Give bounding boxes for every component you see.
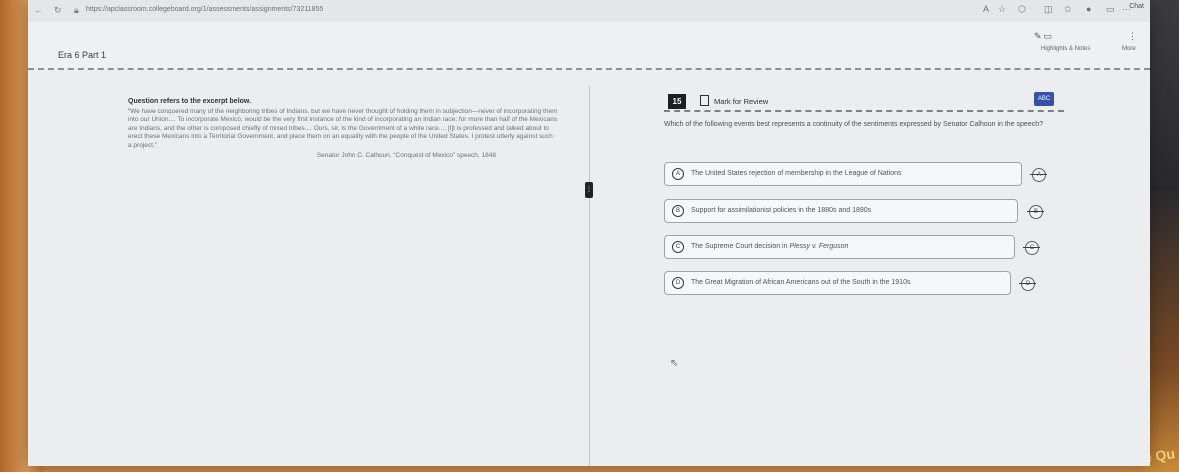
eliminate-b-icon[interactable]: B — [1027, 205, 1044, 219]
highlight-pen-icon[interactable]: ✎▭ — [1034, 31, 1054, 42]
choice-text: The Supreme Court decision in Plessy v. … — [691, 243, 848, 250]
favorite-star-icon[interactable]: ☆ — [998, 4, 1006, 15]
choice-letter: B — [672, 205, 684, 217]
passage-citation: Senator John C. Calhoun, “Conquest of Me… — [316, 152, 496, 160]
section-title: Era 6 Part 1 — [58, 50, 107, 60]
more-button[interactable]: More — [1122, 46, 1136, 52]
favorites-icon[interactable]: ✩ — [1064, 4, 1072, 15]
lock-icon: 🔒︎ — [74, 5, 79, 15]
eliminate-d-icon[interactable]: D — [1019, 277, 1036, 291]
address-bar[interactable]: https://apclassroom.collegeboard.org/1/a… — [86, 6, 323, 13]
answer-choice-b[interactable]: B Support for assimilationist policies i… — [664, 199, 1018, 223]
question-prompt: Which of the following events best repre… — [664, 121, 1043, 128]
answer-choice-c[interactable]: C The Supreme Court decision in Plessy v… — [664, 235, 1015, 259]
question-header-divider — [664, 110, 1064, 112]
eliminate-a-icon[interactable]: A — [1030, 168, 1047, 182]
eliminate-c-icon[interactable]: C — [1023, 241, 1040, 255]
choice-text: The United States rejection of membershi… — [691, 170, 902, 177]
browser-window: ← ↻ 🔒︎ https://apclassroom.collegeboard.… — [28, 0, 1150, 466]
answer-choice-a[interactable]: A The United States rejection of members… — [664, 162, 1022, 186]
answer-choice-d[interactable]: D The Great Migration of African America… — [664, 271, 1011, 295]
choice-text-lead: The Supreme Court decision in — [691, 243, 790, 250]
browser-toolbar: ← ↻ 🔒︎ https://apclassroom.collegeboard.… — [28, 0, 1150, 23]
passage-intro: Question refers to the excerpt below. — [128, 98, 252, 105]
pane-resize-handle[interactable]: ⋮ — [585, 182, 593, 198]
refresh-icon[interactable]: ↻ — [54, 5, 62, 16]
passage-panel: Question refers to the excerpt below. “W… — [128, 98, 558, 159]
case-name: Plessy v. Ferguson — [789, 243, 849, 250]
back-icon[interactable]: ← — [34, 5, 43, 15]
more-vertical-icon[interactable]: ⋮ — [1128, 31, 1137, 42]
choice-letter: C — [672, 241, 684, 253]
choice-letter: A — [672, 168, 684, 180]
profile-icon[interactable]: ● — [1086, 4, 1091, 14]
question-number: 15 — [668, 94, 686, 109]
abc-eliminator-button[interactable]: ABC — [1034, 92, 1054, 106]
split-screen-icon[interactable]: ◫ — [1044, 4, 1053, 15]
highlights-notes-button[interactable]: Highlights & Notes — [1041, 46, 1090, 52]
collections-icon[interactable]: ▭ — [1106, 4, 1115, 15]
chat-button[interactable]: Chat — [1129, 3, 1144, 10]
pane-divider — [589, 86, 590, 466]
choice-text: The Great Migration of African Americans… — [691, 279, 911, 286]
choice-text: Support for assimilationist policies in … — [691, 207, 872, 214]
extension-icon[interactable]: ⬡ — [1018, 4, 1026, 15]
read-aloud-icon[interactable]: A — [983, 4, 989, 14]
abc-eliminator-label: ABC — [1037, 96, 1051, 102]
app-header: Era 6 Part 1 ✎▭ Highlights & Notes ⋮ Mor… — [28, 22, 1150, 70]
choice-letter: D — [672, 277, 684, 289]
mouse-cursor-icon: ⇖ — [670, 358, 679, 369]
mark-for-review-button[interactable]: Mark for Review — [714, 97, 768, 106]
passage-excerpt: “We have conquered many of the neighbori… — [128, 108, 558, 149]
bookmark-icon[interactable] — [700, 95, 709, 106]
